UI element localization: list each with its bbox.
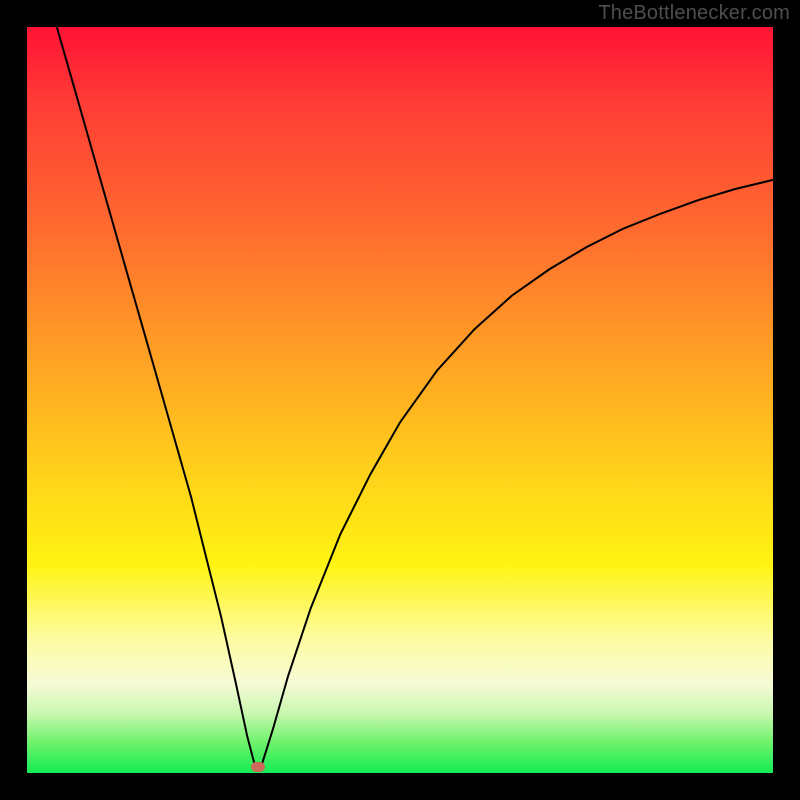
plot-area (27, 27, 773, 773)
attribution-label: TheBottlenecker.com (598, 2, 790, 25)
bottleneck-curve (27, 27, 773, 773)
chart-frame: TheBottlenecker.com (0, 0, 800, 800)
curve-path (57, 27, 773, 767)
min-marker (251, 762, 265, 772)
